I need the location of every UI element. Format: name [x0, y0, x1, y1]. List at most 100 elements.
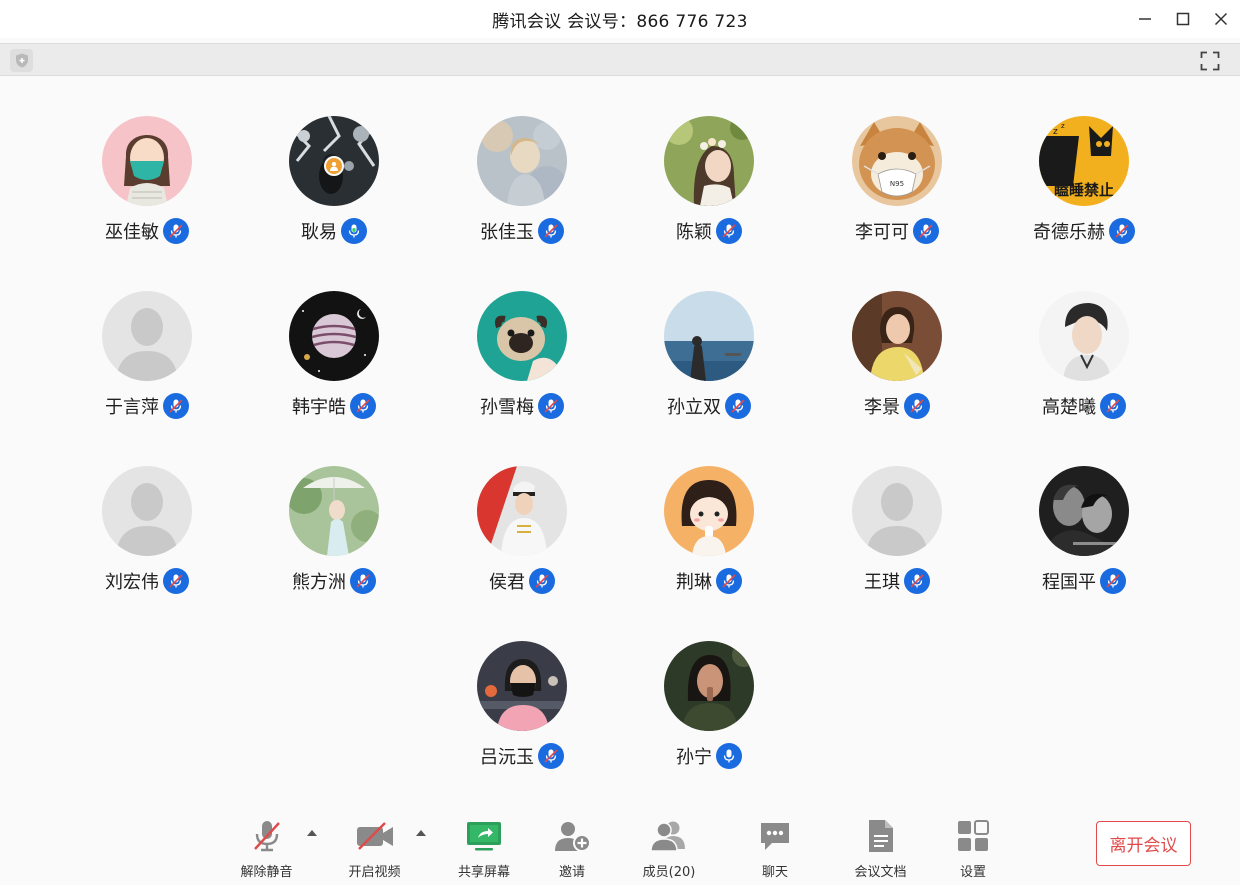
participant-name-row: 李可可 — [807, 217, 987, 245]
participant-name: 陈颖 — [676, 222, 712, 243]
mic-muted-icon — [247, 816, 287, 856]
participant-tile[interactable]: 孙雪梅 — [432, 251, 612, 419]
audio-options-caret[interactable] — [305, 828, 319, 838]
user-icon — [330, 162, 338, 171]
mic-muted-icon — [350, 393, 376, 419]
share-screen-icon — [464, 816, 504, 856]
avatar-painting — [477, 116, 567, 206]
mic-on-icon — [341, 218, 367, 244]
window-controls — [1126, 0, 1240, 38]
invite-button[interactable]: 邀请 — [549, 816, 595, 882]
mic-muted-icon — [904, 393, 930, 419]
participant-name: 王琪 — [864, 572, 900, 593]
participant-tile[interactable]: 陈颖 — [619, 76, 799, 244]
participant-name: 吕沅玉 — [480, 747, 534, 768]
unmute-label: 解除静音 — [240, 865, 293, 880]
settings-grid-icon — [953, 816, 993, 856]
participant-name-row: 侯君 — [432, 567, 612, 595]
participant-name: 耿易 — [301, 222, 337, 243]
mask-label: N95 — [890, 180, 904, 188]
share-screen-button[interactable]: 共享屏幕 — [456, 816, 512, 882]
avatar-shiba-dog: N95 — [852, 116, 942, 206]
close-button[interactable] — [1202, 0, 1240, 38]
participant-tile[interactable]: N95 李可可 — [807, 76, 987, 244]
fullscreen-button[interactable] — [1198, 49, 1222, 73]
fullscreen-icon — [1200, 51, 1220, 71]
participant-tile[interactable]: 吕沅玉 — [432, 601, 612, 769]
participant-grid: 巫佳敏 耿易 张佳玉 陈颖 N95 李可可 z z 瞌睡禁止 奇德乐赫 于言萍 … — [0, 76, 1240, 806]
participant-tile[interactable]: 于言萍 — [57, 251, 237, 419]
minimize-button[interactable] — [1126, 0, 1164, 38]
start-video-label: 开启视频 — [348, 865, 401, 880]
participant-name-row: 程国平 — [994, 567, 1174, 595]
settings-button[interactable]: 设置 — [953, 816, 993, 882]
participant-tile[interactable]: 荆琳 — [619, 426, 799, 594]
avatar-woman-yellow — [852, 291, 942, 381]
members-button[interactable]: 成员(20) — [640, 816, 698, 882]
window-title: 腾讯会议 会议号：866 776 723 — [492, 11, 748, 32]
avatar-girl-umbrella — [289, 466, 379, 556]
avatar-pug-dog — [477, 291, 567, 381]
security-button[interactable] — [10, 49, 33, 72]
participant-tile[interactable]: z z 瞌睡禁止 奇德乐赫 — [994, 76, 1174, 244]
participant-tile[interactable]: 孙宁 — [619, 601, 799, 769]
leave-meeting-button[interactable]: 离开会议 — [1096, 821, 1191, 866]
maximize-button[interactable] — [1164, 0, 1202, 38]
video-off-icon — [355, 816, 395, 856]
participant-tile[interactable]: 熊方洲 — [244, 426, 424, 594]
chat-button[interactable]: 聊天 — [754, 816, 796, 882]
participant-tile[interactable]: 王琪 — [807, 426, 987, 594]
participant-name: 荆琳 — [676, 572, 712, 593]
participant-name: 韩宇皓 — [292, 397, 346, 418]
avatar-default-silhouette — [852, 466, 942, 556]
participant-tile[interactable]: 刘宏伟 — [57, 426, 237, 594]
mic-muted-icon — [538, 393, 564, 419]
close-icon — [1214, 12, 1228, 26]
mic-muted-icon — [163, 393, 189, 419]
start-video-button[interactable]: 开启视频 — [347, 816, 402, 882]
mic-muted-icon — [913, 218, 939, 244]
participant-name-row: 孙立双 — [619, 392, 799, 420]
mic-muted-icon — [350, 568, 376, 594]
participant-name-row: 荆琳 — [619, 567, 799, 595]
meeting-docs-button[interactable]: 会议文档 — [853, 816, 908, 882]
participant-tile[interactable]: 韩宇皓 — [244, 251, 424, 419]
participant-name: 高楚曦 — [1042, 397, 1096, 418]
host-badge — [324, 156, 344, 176]
avatar-default-silhouette — [102, 466, 192, 556]
participant-name: 孙雪梅 — [480, 397, 534, 418]
participant-name-row: 王琪 — [807, 567, 987, 595]
participant-tile[interactable]: 李景 — [807, 251, 987, 419]
meeting-docs-label: 会议文档 — [854, 865, 907, 880]
add-user-icon — [552, 816, 592, 856]
participant-name: 奇德乐赫 — [1033, 222, 1105, 243]
participant-name: 李可可 — [855, 222, 909, 243]
participant-tile[interactable]: 程国平 — [994, 426, 1174, 594]
participant-name-row: 李景 — [807, 392, 987, 420]
mic-muted-icon — [1100, 568, 1126, 594]
sleeping-sign-text: 瞌睡禁止 — [1054, 181, 1114, 199]
video-options-caret[interactable] — [414, 828, 428, 838]
avatar-uniform — [477, 466, 567, 556]
participant-tile[interactable]: 耿易 — [244, 76, 424, 244]
participant-name-row: 孙雪梅 — [432, 392, 612, 420]
participant-name: 李景 — [864, 397, 900, 418]
participant-tile[interactable]: 巫佳敏 — [57, 76, 237, 244]
participant-name-row: 刘宏伟 — [57, 567, 237, 595]
avatar-cartoon-girl — [664, 466, 754, 556]
avatar-cartoon-sleeping: z z 瞌睡禁止 — [1039, 116, 1129, 206]
avatar-man-portrait — [1039, 291, 1129, 381]
participant-tile[interactable]: 高楚曦 — [994, 251, 1174, 419]
participant-tile[interactable]: 张佳玉 — [432, 76, 612, 244]
avatar-girl-mask — [102, 116, 192, 206]
avatar-movie-bw — [1039, 466, 1129, 556]
avatar-planet — [289, 291, 379, 381]
participant-name-row: 韩宇皓 — [244, 392, 424, 420]
participant-name: 于言萍 — [105, 397, 159, 418]
participant-tile[interactable]: 孙立双 — [619, 251, 799, 419]
chat-label: 聊天 — [761, 865, 788, 880]
share-screen-label: 共享屏幕 — [457, 865, 510, 880]
participant-tile[interactable]: 侯君 — [432, 426, 612, 594]
mic-muted-icon — [538, 743, 564, 769]
unmute-button[interactable]: 解除静音 — [239, 816, 294, 882]
